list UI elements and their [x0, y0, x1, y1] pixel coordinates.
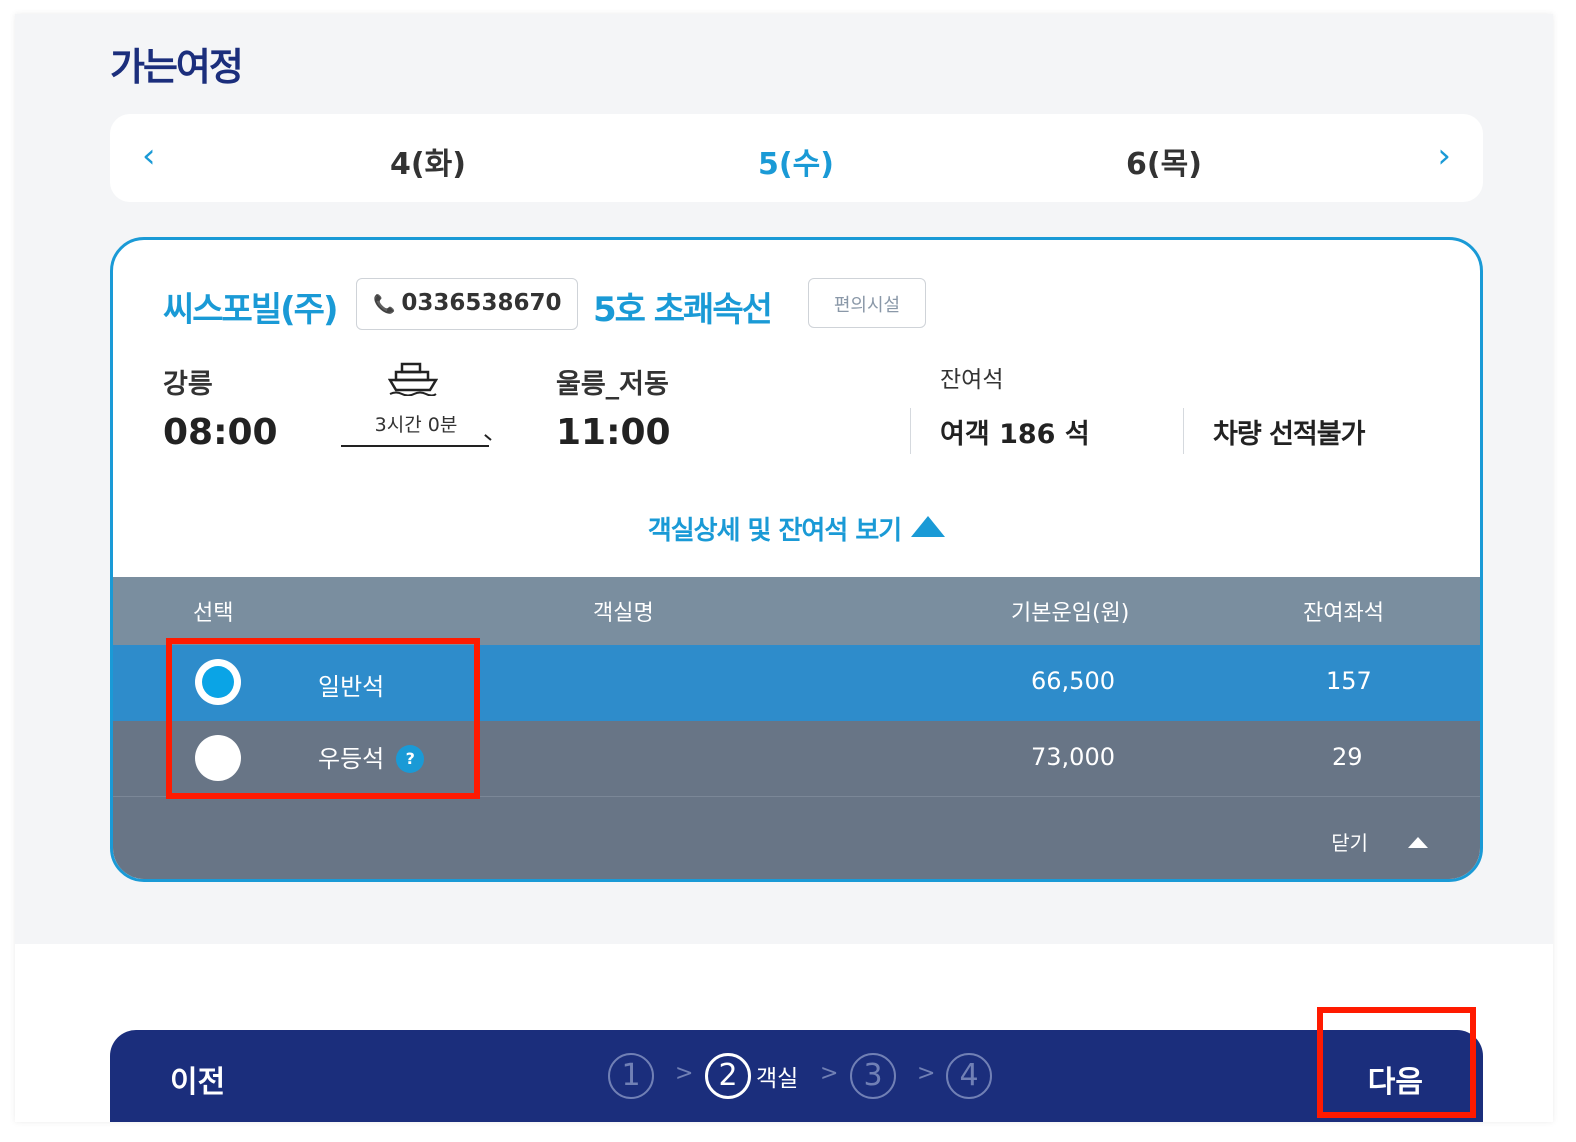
triangle-up-icon: [911, 516, 946, 537]
duration-text: 3시간 0분: [374, 414, 458, 436]
divider: [1183, 408, 1184, 454]
header-select: 선택: [193, 601, 234, 626]
step-footer: 이전 1 > 2 객실 > 3 > 4 다음: [110, 1030, 1483, 1122]
phone-number: 0336538670: [401, 290, 562, 316]
duration-arrow: [341, 445, 489, 447]
date-tab-5[interactable]: 5(수): [696, 139, 896, 183]
remain-passenger: 여객 186 석: [940, 419, 1090, 450]
step-separator: >: [917, 1061, 936, 1086]
remain-label: 잔여석: [940, 367, 1004, 393]
step-separator: >: [675, 1061, 694, 1086]
step-1: 1: [608, 1053, 654, 1099]
page-frame: 가는여정 ‹ 4(화) 5(수) 6(목) › 씨스포빌(주) 📞 0336538…: [15, 14, 1553, 1122]
arrival-time: 11:00: [556, 412, 671, 453]
phone-button[interactable]: 📞 0336538670: [356, 278, 578, 330]
step-2-label: 객실: [756, 1066, 799, 1092]
step-4: 4: [946, 1053, 992, 1099]
divider: [910, 408, 911, 454]
departure-port: 강릉: [163, 369, 213, 400]
ship-name: 5호 초쾌속선: [593, 290, 773, 330]
vehicle-status: 차량 선적불가: [1213, 419, 1365, 450]
header-fare: 기본운임(원): [1011, 601, 1130, 626]
section-title: 가는여정: [110, 45, 244, 89]
chevron-left-icon[interactable]: ‹: [142, 136, 156, 176]
departure-time: 08:00: [163, 412, 278, 453]
cabin-fare: 73,000: [1031, 743, 1115, 771]
close-button[interactable]: 닫기: [1331, 827, 1428, 856]
header-seats: 잔여좌석: [1303, 601, 1384, 626]
triangle-up-icon: [1408, 837, 1428, 848]
phone-icon: 📞: [373, 294, 396, 315]
cabin-seats: 29: [1332, 743, 1363, 771]
prev-button[interactable]: 이전: [170, 1057, 225, 1101]
table-header: 선택 객실명 기본운임(원) 잔여좌석: [113, 577, 1480, 645]
ferry-icon: [388, 362, 438, 396]
cabin-fare: 66,500: [1031, 667, 1115, 695]
highlight-box-next: [1317, 1007, 1476, 1118]
date-selector: ‹ 4(화) 5(수) 6(목) ›: [110, 114, 1483, 202]
date-tab-6[interactable]: 6(목): [1064, 139, 1264, 183]
step-3: 3: [850, 1053, 896, 1099]
arrival-port: 울릉_저동: [556, 369, 669, 400]
company-name: 씨스포빌(주): [163, 290, 338, 330]
step-2: 2: [705, 1053, 751, 1099]
toggle-label: 객실상세 및 잔여석 보기: [647, 516, 902, 546]
header-cabin-name: 객실명: [593, 601, 654, 626]
chevron-right-icon[interactable]: ›: [1437, 136, 1451, 176]
cabin-detail-toggle[interactable]: 객실상세 및 잔여석 보기: [113, 510, 1480, 547]
step-separator: >: [820, 1061, 839, 1086]
facility-button[interactable]: 편의시설: [808, 278, 926, 328]
date-tab-4[interactable]: 4(화): [328, 139, 528, 183]
cabin-seats: 157: [1326, 667, 1372, 695]
close-label: 닫기: [1331, 831, 1368, 855]
highlight-box-cabin-select: [166, 638, 480, 799]
